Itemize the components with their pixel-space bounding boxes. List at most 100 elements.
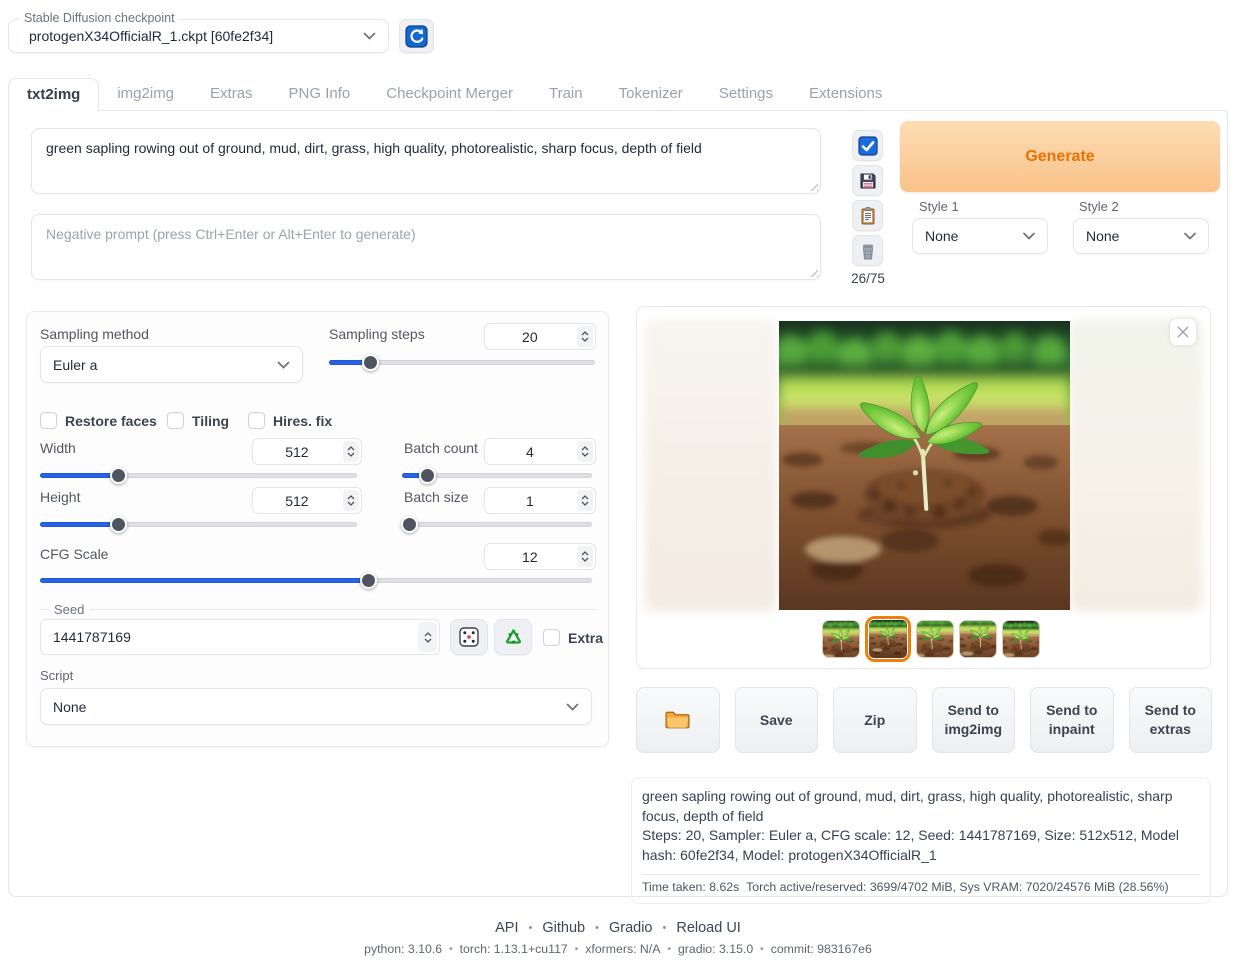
tab-txt2img[interactable]: txt2img: [8, 78, 99, 111]
generation-settings-panel: Sampling method Euler a Sampling steps R…: [26, 311, 609, 747]
separator: •: [519, 922, 543, 934]
apply-style-button[interactable]: [852, 200, 883, 231]
tab-img2img[interactable]: img2img: [99, 78, 192, 110]
checkbox-box[interactable]: [40, 412, 57, 429]
send-to-extras-button[interactable]: Send to extras: [1129, 687, 1213, 753]
zip-button[interactable]: Zip: [833, 687, 917, 753]
footer-link-gradio[interactable]: Gradio: [609, 920, 653, 936]
footer-link-github[interactable]: Github: [542, 920, 585, 936]
height-numbox: [252, 487, 362, 514]
seed-input[interactable]: [41, 620, 416, 654]
dice-icon: [458, 626, 480, 648]
restore-faces-label: Restore faces: [65, 413, 157, 429]
interrogate-button[interactable]: [852, 130, 883, 161]
height-label: Height: [40, 489, 80, 505]
sampling-method-dropdown[interactable]: Euler a: [40, 346, 303, 383]
tab-png-info[interactable]: PNG Info: [271, 78, 369, 110]
checkpoint-dropdown[interactable]: Stable Diffusion checkpoint protogenX34O…: [8, 19, 389, 53]
tab-settings[interactable]: Settings: [701, 78, 791, 110]
style1-dropdown[interactable]: None: [912, 218, 1048, 254]
blue-check-icon: [858, 136, 878, 156]
reuse-seed-button[interactable]: [494, 619, 532, 655]
style2-value: None: [1086, 228, 1119, 244]
version-torch: torch: 1.13.1+cu117: [460, 942, 568, 956]
tab-extras[interactable]: Extras: [192, 78, 271, 110]
cfg-scale-stepper[interactable]: [577, 546, 593, 567]
refresh-checkpoint-button[interactable]: [399, 19, 434, 53]
footer-versions: python: 3.10.6•torch: 1.13.1+cu117•xform…: [0, 942, 1236, 956]
sampling-steps-stepper[interactable]: [577, 326, 593, 347]
slider-knob[interactable]: [110, 467, 127, 484]
batch-size-slider[interactable]: [402, 522, 592, 527]
sampling-steps-slider[interactable]: [329, 360, 595, 365]
negative-prompt-input[interactable]: [31, 214, 821, 280]
gallery-thumbnail-2-selected[interactable]: [865, 616, 911, 662]
tab-train[interactable]: Train: [531, 78, 601, 110]
width-slider[interactable]: [40, 473, 357, 478]
refresh-icon: [405, 25, 428, 48]
tab-checkpoint-merger[interactable]: Checkpoint Merger: [368, 78, 531, 110]
batch-size-stepper[interactable]: [577, 490, 593, 511]
generated-image[interactable]: [779, 321, 1070, 610]
checkbox-box[interactable]: [543, 629, 560, 646]
chevron-down-icon: [1023, 232, 1035, 240]
chevron-up-icon: [581, 446, 589, 451]
gallery-thumbnail-4[interactable]: [959, 620, 997, 658]
height-slider[interactable]: [40, 522, 357, 527]
open-folder-button[interactable]: [636, 687, 720, 753]
batch-count-input[interactable]: [485, 439, 575, 464]
slider-knob[interactable]: [419, 467, 436, 484]
width-input[interactable]: [253, 439, 341, 464]
gallery-thumbnail-3[interactable]: [916, 620, 954, 658]
height-input[interactable]: [253, 488, 341, 513]
checkpoint-value: protogenX34OfficialR_1.ckpt [60fe2f34]: [21, 28, 273, 44]
width-numbox: [252, 438, 362, 465]
random-seed-button[interactable]: [450, 619, 488, 655]
gallery-thumbnail-1[interactable]: [822, 620, 860, 658]
floppy-disk-icon: [858, 171, 878, 191]
slider-knob[interactable]: [110, 516, 127, 533]
script-dropdown[interactable]: None: [40, 688, 592, 725]
save-style-button[interactable]: [852, 165, 883, 196]
slider-knob[interactable]: [401, 516, 418, 533]
footer-link-api[interactable]: API: [495, 920, 518, 936]
batch-size-input[interactable]: [485, 488, 575, 513]
gallery-thumbnail-5[interactable]: [1002, 620, 1040, 658]
hires-fix-label: Hires. fix: [273, 413, 332, 429]
batch-count-slider[interactable]: [402, 473, 592, 478]
prompt-input[interactable]: green sapling rowing out of ground, mud,…: [31, 128, 821, 194]
separator: •: [568, 944, 586, 955]
sampling-steps-input[interactable]: [485, 324, 575, 349]
style2-dropdown[interactable]: None: [1073, 218, 1209, 254]
clear-prompt-button[interactable]: [852, 235, 883, 266]
send-to-inpaint-button[interactable]: Send to inpaint: [1030, 687, 1114, 753]
batch-count-stepper[interactable]: [577, 441, 593, 462]
chevron-down-icon: [347, 501, 355, 506]
slider-knob[interactable]: [362, 354, 379, 371]
footer-link-reload-ui[interactable]: Reload UI: [676, 920, 740, 936]
script-value: None: [53, 699, 86, 715]
chevron-up-icon: [424, 632, 432, 637]
cfg-scale-slider[interactable]: [40, 578, 592, 583]
extra-seed-checkbox[interactable]: Extra: [543, 629, 603, 646]
info-performance: Time taken: 8.62s Torch active/reserved:…: [642, 874, 1200, 903]
close-gallery-button[interactable]: [1170, 319, 1196, 345]
send-to-img2img-button[interactable]: Send to img2img: [932, 687, 1016, 753]
footer-links: API•Github•Gradio•Reload UI: [0, 920, 1236, 936]
generate-button[interactable]: Generate: [900, 121, 1220, 192]
save-button[interactable]: Save: [735, 687, 819, 753]
checkbox-box[interactable]: [167, 412, 184, 429]
recycle-icon: [503, 627, 524, 648]
tiling-checkbox[interactable]: Tiling: [167, 412, 229, 429]
height-stepper[interactable]: [343, 490, 359, 511]
tab-tokenizer[interactable]: Tokenizer: [601, 78, 701, 110]
slider-knob[interactable]: [360, 572, 377, 589]
batch-size-numbox: [484, 487, 596, 514]
cfg-scale-input[interactable]: [485, 544, 575, 569]
checkbox-box[interactable]: [248, 412, 265, 429]
width-stepper[interactable]: [343, 441, 359, 462]
seed-stepper[interactable]: [418, 622, 437, 652]
tab-extensions[interactable]: Extensions: [791, 78, 900, 110]
restore-faces-checkbox[interactable]: Restore faces: [40, 412, 157, 429]
hires-fix-checkbox[interactable]: Hires. fix: [248, 412, 332, 429]
